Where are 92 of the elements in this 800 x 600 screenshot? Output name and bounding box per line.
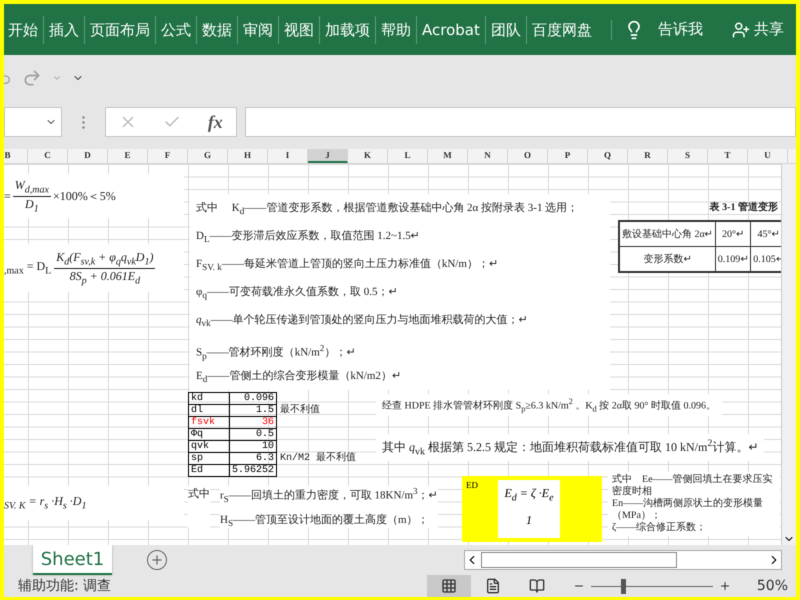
column-header[interactable]: O [508, 149, 548, 163]
table-cell[interactable]: Kn/M2 最不利值 [276, 452, 360, 464]
table-cell[interactable]: 0.096 [230, 392, 277, 404]
sheet-tab[interactable]: Sheet1 [33, 545, 112, 575]
formula-text: 1 [526, 513, 532, 528]
table-cell: 敷设基础中心角 2α↵ [619, 221, 716, 246]
ribbon-tab[interactable]: 插入 [43, 16, 84, 44]
column-header[interactable]: R [628, 149, 668, 163]
table-cell[interactable]: 0.5 [230, 428, 277, 440]
label-text: ED [466, 480, 478, 492]
share-button[interactable]: 共享 [732, 20, 784, 39]
column-header[interactable]: G [188, 149, 228, 163]
ribbon-tab[interactable]: 团队 [484, 16, 526, 44]
table-cell[interactable]: kd [188, 392, 230, 404]
table-title: 表 3-1 管道变形 [708, 200, 778, 214]
formula-input[interactable] [245, 107, 796, 137]
ribbon-tab[interactable]: 百度网盘 [526, 16, 597, 44]
definition-line: r$_{S}$——回填土的重力密度，可取 18KN/m$^{3}$；↵ [220, 486, 438, 504]
column-header[interactable]: E [108, 149, 148, 163]
definition-line: q$_{vk}$——单个轮压传递到管顶处的竖向压力与地面堆积载荷的大值；↵ [196, 312, 529, 330]
ribbon-tab[interactable]: 页面布局 [84, 16, 155, 44]
note-text: 经查 HDPE 排水管管材环刚度 S$_{p}$≥6.3 kN/m$^{2}$ 。K$_{d}$ 按 2α取 90° 时取值 0.096。 [382, 397, 716, 414]
ribbon-tab[interactable]: 开始 [4, 16, 43, 44]
ribbon-tab[interactable]: 加载项 [319, 16, 375, 44]
formula-numerator: W$_{d,max}$ [12, 178, 51, 196]
plus-icon [150, 553, 164, 567]
add-user-icon [732, 20, 750, 38]
add-sheet-button[interactable] [147, 550, 167, 570]
formula-text: ×100%＜5% [52, 188, 116, 204]
table-cell[interactable]: sp [188, 452, 230, 464]
definition-line: E$_{d}$——管侧土的综合变形模量（kN/m2）↵ [196, 368, 402, 386]
formula-text: $_{,max}$ = D$_{L}$ [4, 259, 52, 277]
zoom-level[interactable]: 50% [756, 578, 788, 594]
table-cell[interactable]: Φq [188, 428, 230, 440]
ribbon-tab[interactable]: Acrobat [416, 16, 485, 44]
horizontal-scrollbar[interactable] [464, 550, 782, 570]
table-cell[interactable]: 1.5 [230, 404, 277, 416]
column-header[interactable]: J [308, 149, 348, 163]
table-cell[interactable]: fsvk [188, 416, 230, 428]
column-header[interactable]: Q [588, 149, 628, 163]
note-text: 式中 Ee——管侧回填土在要求压实密度时相 [612, 474, 774, 498]
definition-line: S$_{p}$——管材环刚度（kN/m$^{2}$）；↵ [196, 342, 356, 362]
table-cell[interactable]: dl [188, 404, 230, 416]
table-cell[interactable]: 10 [230, 440, 277, 452]
definition-line: φ$_{q}$——可变荷载准永久值系数，取 0.5；↵ [196, 284, 398, 302]
column-header[interactable]: U [748, 149, 788, 163]
column-header[interactable]: K [348, 149, 388, 163]
column-header[interactable]: T [708, 149, 748, 163]
column-header[interactable]: L [388, 149, 428, 163]
note-text: 其中 q$_{vk}$ 根据第 5.2.5 规定：地面堆积荷载标准值可取 10 kN/m$^{2}$计算。↵ [382, 440, 758, 454]
table-cell: 0.109↵ [715, 246, 751, 272]
column-header[interactable]: P [548, 149, 588, 163]
table-cell[interactable]: 最不利值 [276, 404, 360, 416]
ribbon-tab[interactable]: 审阅 [237, 16, 278, 44]
formula-denominator: D$_{1}$ [25, 196, 39, 214]
table-cell[interactable]: 36 [230, 416, 277, 428]
label-text: 式中 [188, 486, 210, 528]
table-cell[interactable]: qvk [188, 440, 230, 452]
column-header[interactable]: F [148, 149, 188, 163]
table-cell[interactable]: Ed [188, 464, 230, 476]
column-header[interactable]: B [4, 149, 28, 163]
note-text: ζ——综合修正系数； [612, 522, 708, 534]
formula-text: $_{SV. K}$ = r$_{s}$ ·H$_{s}$ ·D$_{1}$ [4, 494, 86, 512]
column-header[interactable]: N [468, 149, 508, 163]
formula-text: = [4, 188, 11, 204]
normal-view-icon[interactable] [426, 575, 471, 597]
ribbon-tab[interactable]: 数据 [196, 16, 237, 44]
formula-denominator: 8S$_{p}$ + 0.061E$_{d}$ [70, 268, 140, 286]
status-text: 辅助功能: 调查 [18, 577, 112, 595]
definition-line: 式中 K$_{d}$——管道变形系数，根据管道敷设基础中心角 2α 按附录表 3-1 选用； [196, 200, 580, 218]
zoom-thumb[interactable] [621, 578, 626, 594]
table-cell: 20°↵ [715, 221, 751, 246]
column-header[interactable]: D [68, 149, 108, 163]
column-header[interactable]: H [228, 149, 268, 163]
definition-line: F$_{SV. k}$——每延米管道上管顶的竖向土压力标准值（kN/m）；↵ [196, 257, 499, 274]
ribbon-tab[interactable]: 帮助 [375, 16, 416, 44]
column-header[interactable]: C [28, 149, 68, 163]
tell-me-link[interactable]: 告诉我 [658, 20, 703, 39]
definition-line: D$_{L}$——变形滞后效应系数，取值范围 1.2~1.5↵ [196, 228, 421, 246]
grip-icon [82, 115, 85, 129]
column-header[interactable]: M [428, 149, 468, 163]
definition-line: H$_{S}$——管顶至设计地面的覆土高度（m）； [220, 512, 430, 528]
formula-text: E$_{d}$ = ζ ·E$_{e}$ [504, 486, 554, 504]
column-header[interactable]: S [668, 149, 708, 163]
insert-function-button[interactable]: fx [208, 112, 223, 132]
ribbon-tab[interactable]: 公式 [155, 16, 196, 44]
zoom-in-icon[interactable] [718, 580, 731, 592]
table-cell[interactable]: 6.3 [230, 452, 277, 464]
vertical-scrollbar[interactable] [781, 164, 796, 545]
table-cell[interactable]: 5.96252 [230, 464, 277, 476]
formula-numerator: K$_{d}$(F$_{sv,k}$ + φ$_{q}$q$_{vk}$D$_{1}$) [54, 250, 156, 268]
ribbon-tab[interactable]: 视图 [278, 16, 319, 44]
